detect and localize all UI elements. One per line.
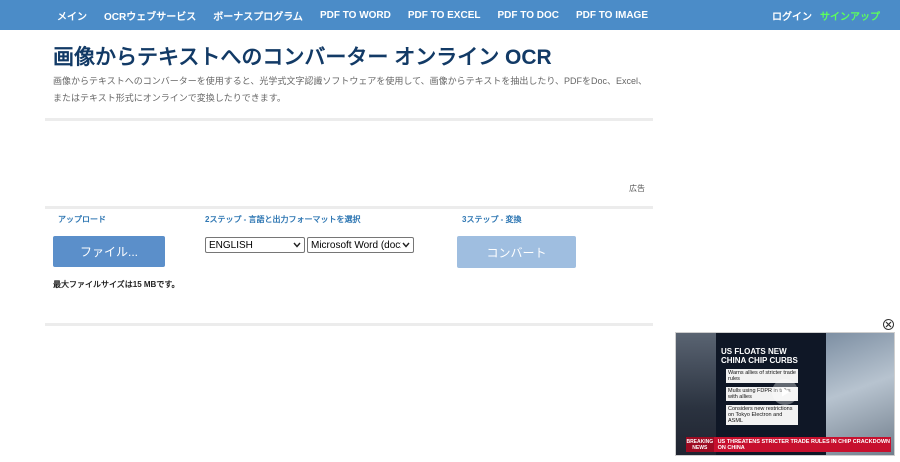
page-title: 画像からテキストへのコンバーター オンライン OCR [53, 46, 552, 69]
video-headline: US FLOATS NEW CHINA CHIP CURBS [721, 347, 798, 365]
divider [45, 206, 653, 209]
step1-label: アップロード [58, 215, 106, 224]
output-format-select-value: Microsoft Word (docx) [311, 239, 409, 251]
step3-label: 3ステップ - 変換 [462, 215, 522, 224]
breaking-news-tag: BREAKING NEWS [686, 437, 714, 452]
video-story: Considers new restrictions on Tokyo Elec… [726, 405, 798, 425]
login-link[interactable]: ログイン [772, 8, 812, 23]
nav-item-pdf-to-excel[interactable]: PDF TO EXCEL [408, 10, 481, 21]
page-description: 画像からテキストへのコンバーターを使用すると、光学式文字認識ソフトウェアを使用し… [53, 76, 648, 103]
top-navigation: メイン OCRウェブサービス ボーナスプログラム PDF TO WORD PDF… [0, 0, 900, 30]
chevron-down-icon [401, 239, 411, 251]
ad-label: 広告 [629, 184, 645, 193]
language-select-value: ENGLISH [209, 239, 253, 251]
nav-item-ocr-web-service[interactable]: OCRウェブサービス [104, 8, 196, 23]
nav-item-pdf-to-doc[interactable]: PDF TO DOC [497, 10, 558, 21]
video-player[interactable]: US FLOATS NEW CHINA CHIP CURBS Warns all… [675, 332, 895, 456]
nav-menu: メイン OCRウェブサービス ボーナスプログラム PDF TO WORD PDF… [57, 0, 665, 30]
max-file-size-note: 最大ファイルサイズは15 MBです。 [53, 280, 180, 289]
file-upload-button[interactable]: ファイル... [53, 236, 165, 267]
ticker-text: US THREATENS STRICTER TRADE RULES IN CHI… [717, 438, 891, 451]
ad-area: 広告 [45, 122, 653, 208]
divider [45, 323, 653, 326]
signup-link[interactable]: サインアップ [820, 8, 880, 23]
chevron-down-icon [292, 239, 302, 251]
output-format-select[interactable]: Microsoft Word (docx) [307, 237, 414, 253]
nav-item-pdf-to-word[interactable]: PDF TO WORD [320, 10, 391, 21]
play-icon[interactable] [772, 379, 798, 405]
convert-button[interactable]: コンバート [457, 236, 576, 268]
nav-item-bonus-program[interactable]: ボーナスプログラム [213, 8, 303, 23]
language-select[interactable]: ENGLISH [205, 237, 305, 253]
ticker-tag-line-2: NEWS [692, 444, 708, 451]
divider [45, 118, 653, 121]
news-ticker: BREAKING NEWS US THREATENS STRICTER TRAD… [686, 437, 891, 452]
nav-item-main[interactable]: メイン [57, 8, 87, 23]
nav-item-pdf-to-image[interactable]: PDF TO IMAGE [576, 10, 648, 21]
auth-links: ログイン サインアップ [772, 0, 880, 30]
step2-label: 2ステップ - 言語と出力フォーマットを選択 [205, 215, 361, 224]
close-icon[interactable] [883, 319, 894, 330]
